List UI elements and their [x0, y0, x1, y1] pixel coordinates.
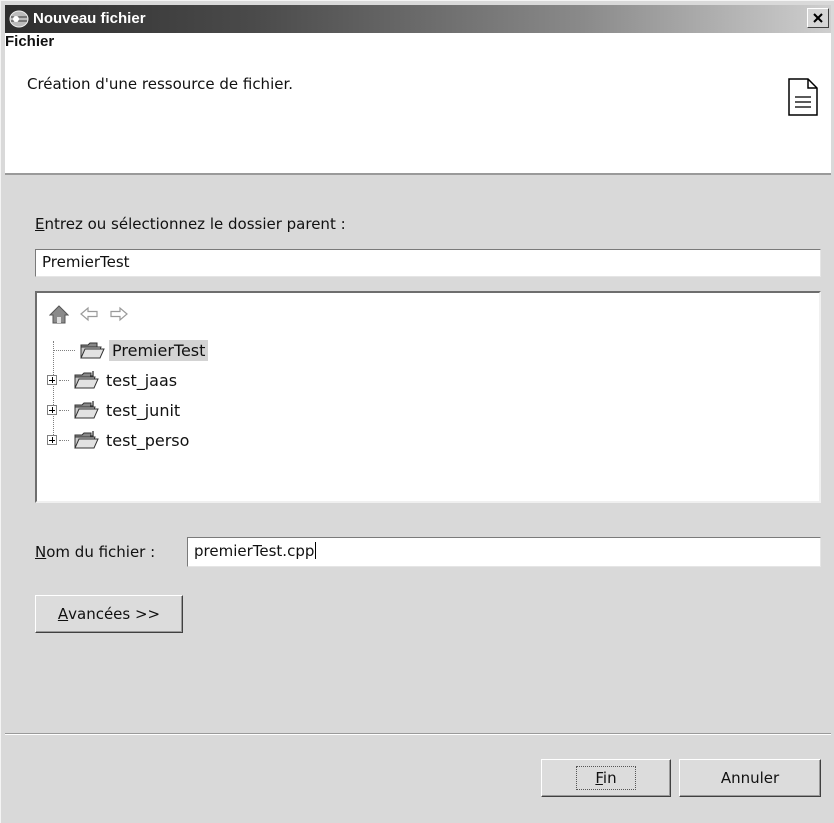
tree-branch-line	[53, 349, 75, 351]
expand-plus-icon[interactable]	[47, 375, 57, 385]
tree-item-label: test_jaas	[106, 370, 178, 390]
tree-item-test-jaas[interactable]: test_jaas	[47, 367, 180, 393]
back-arrow-icon[interactable]	[79, 306, 99, 322]
header-banner	[5, 33, 831, 175]
page-title: Fichier	[5, 33, 55, 50]
close-button[interactable]	[807, 8, 829, 28]
page-description: Création d'une ressource de fichier.	[27, 75, 294, 93]
project-folder-icon	[74, 371, 99, 389]
finish-button[interactable]: Fin	[541, 759, 671, 797]
project-folder-icon	[74, 401, 99, 419]
parent-folder-input[interactable]: PremierTest	[35, 249, 821, 277]
expand-plus-icon[interactable]	[47, 435, 57, 445]
parent-folder-label-text: ntrez ou sélectionnez le dossier parent …	[44, 215, 346, 233]
forward-arrow-icon[interactable]	[109, 306, 129, 322]
tree-item-label: test_junit	[106, 400, 181, 420]
tree-item-label: test_perso	[106, 430, 190, 450]
title-bar[interactable]: Nouveau fichier	[5, 5, 831, 33]
document-icon	[788, 78, 818, 116]
file-name-input[interactable]: premierTest.cpp	[187, 537, 821, 567]
open-folder-icon	[80, 342, 105, 359]
new-file-dialog: Nouveau fichier Fichier Création d'une r…	[0, 0, 834, 823]
advanced-button[interactable]: Avancées >>	[35, 595, 183, 633]
tree-item-label: PremierTest	[109, 339, 209, 361]
window-title: Nouveau fichier	[33, 10, 146, 27]
file-name-label: Nom du fichier :	[35, 543, 155, 561]
text-caret	[315, 542, 317, 559]
finish-accesskey: F	[595, 769, 603, 787]
tree-branch-line	[59, 379, 69, 381]
tree-toolbar	[49, 303, 129, 325]
finish-label: in	[602, 769, 617, 787]
folder-tree[interactable]: PremierTest test_jaas test_junit test_pe…	[35, 291, 821, 503]
cancel-button[interactable]: Annuler	[679, 759, 821, 797]
tree-branch-line	[59, 409, 69, 411]
tree-item-premiertest[interactable]: PremierTest	[53, 337, 209, 363]
home-icon[interactable]	[49, 304, 69, 324]
finish-focus-rect: Fin	[576, 766, 636, 790]
parent-folder-label: Entrez ou sélectionnez le dossier parent…	[35, 215, 346, 233]
file-name-value: premierTest.cpp	[194, 542, 315, 560]
advanced-label: vancées >>	[68, 605, 161, 623]
tree-item-test-junit[interactable]: test_junit	[47, 397, 183, 423]
advanced-accesskey: A	[57, 605, 69, 623]
footer-separator	[5, 733, 831, 735]
close-icon	[813, 13, 823, 23]
expand-plus-icon[interactable]	[47, 405, 57, 415]
tree-branch-line	[59, 439, 69, 441]
eclipse-app-icon	[9, 10, 29, 28]
project-folder-icon	[74, 431, 99, 449]
file-name-label-text: om du fichier :	[46, 543, 156, 561]
tree-item-test-perso[interactable]: test_perso	[47, 427, 192, 453]
file-name-accesskey: N	[35, 543, 47, 561]
